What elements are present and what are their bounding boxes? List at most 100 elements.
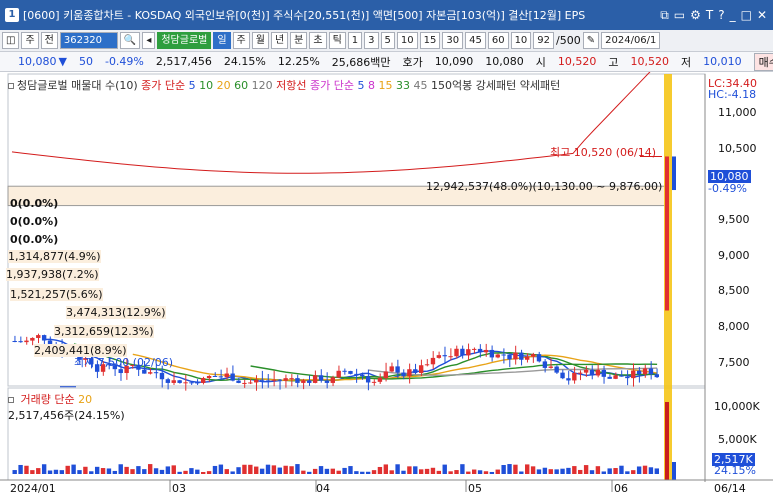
menu-week-button[interactable]: 주 bbox=[21, 32, 39, 49]
close-icon[interactable]: ✕ bbox=[757, 8, 767, 23]
stock-chart[interactable] bbox=[0, 72, 773, 502]
maximize-icon[interactable]: □ bbox=[741, 8, 752, 23]
minute-1[interactable]: 1 bbox=[347, 32, 363, 49]
volume-bar bbox=[631, 470, 636, 474]
minute-30[interactable]: 30 bbox=[442, 32, 464, 49]
candle-body bbox=[212, 375, 218, 377]
minute-10[interactable]: 10 bbox=[396, 32, 418, 49]
volume-bar bbox=[607, 468, 612, 474]
volume-bar bbox=[460, 464, 465, 474]
minute-60[interactable]: 60 bbox=[487, 32, 509, 49]
menu-all-button[interactable]: 전 bbox=[40, 32, 58, 49]
volume-bar bbox=[41, 464, 47, 474]
restore-icon[interactable]: ⧉ bbox=[660, 8, 669, 23]
candle-body bbox=[236, 380, 241, 383]
help-icon[interactable]: ? bbox=[718, 8, 724, 23]
candle-body bbox=[648, 368, 654, 375]
stock-code-input[interactable]: 362320 bbox=[59, 32, 118, 49]
volume-bar bbox=[542, 467, 548, 474]
current-volume-pct: 24.15% bbox=[714, 464, 756, 477]
tab-day[interactable]: 일 bbox=[213, 32, 231, 49]
volume-bar bbox=[65, 465, 70, 474]
volume-bar bbox=[642, 465, 648, 474]
candle-body bbox=[625, 376, 630, 379]
volume-bar bbox=[578, 469, 583, 474]
candle-body bbox=[395, 366, 400, 373]
volume-bar bbox=[201, 471, 206, 474]
candle-body bbox=[159, 372, 165, 380]
volume-bar bbox=[360, 471, 365, 474]
volume-bar bbox=[401, 470, 406, 474]
minute-15[interactable]: 15 bbox=[419, 32, 441, 49]
minute-45[interactable]: 45 bbox=[465, 32, 486, 49]
candle-body bbox=[289, 378, 294, 380]
volume-bar bbox=[77, 470, 82, 474]
volume-bar bbox=[413, 466, 418, 474]
candle-body bbox=[283, 378, 288, 381]
volume-bar bbox=[142, 469, 147, 474]
tab-week[interactable]: 주 bbox=[232, 32, 250, 49]
current-pct-tag: -0.49% bbox=[708, 182, 747, 195]
date-input[interactable]: 2024/06/1 bbox=[601, 32, 661, 49]
minute-3[interactable]: 3 bbox=[364, 32, 379, 49]
volume-bar bbox=[307, 471, 312, 474]
tab-second[interactable]: 초 bbox=[309, 32, 327, 49]
x-tick-0: 2024/01 bbox=[10, 482, 56, 495]
candle-body bbox=[189, 382, 194, 384]
candle-body bbox=[153, 372, 159, 374]
candle-body bbox=[295, 378, 300, 383]
candle-body bbox=[442, 355, 447, 357]
candle-body bbox=[407, 369, 412, 377]
volume-bar bbox=[489, 471, 495, 474]
tab-month[interactable]: 월 bbox=[251, 32, 269, 49]
minute-input[interactable]: 10 bbox=[510, 32, 532, 49]
volume-bar bbox=[136, 466, 141, 474]
buy-button[interactable]: 매수 bbox=[753, 52, 773, 71]
price-legend: 청담글로벌 매물대 수(10) 종가 단순 5 10 20 60 120 저항선… bbox=[8, 77, 560, 93]
volume-bar bbox=[595, 466, 601, 474]
volume-bar bbox=[371, 470, 377, 474]
window-minimize-icon[interactable]: _ bbox=[730, 8, 736, 23]
candle-body bbox=[383, 371, 389, 378]
volume-legend-label: 거래량 bbox=[20, 393, 51, 406]
y-tick-8000: 8,000 bbox=[718, 320, 750, 333]
minute-5[interactable]: 5 bbox=[380, 32, 395, 49]
prev-stock-icon[interactable]: ◂ bbox=[142, 32, 156, 49]
settings-icon[interactable]: ⚙ bbox=[690, 8, 701, 23]
search-icon[interactable]: 🔍 bbox=[119, 32, 141, 49]
legend-item-1: 종가 단순 bbox=[141, 79, 189, 92]
volume-bar bbox=[277, 467, 282, 474]
vol-tick-10000k: 10,000K bbox=[714, 400, 760, 413]
candle-body bbox=[448, 356, 453, 358]
volume-bar bbox=[12, 470, 17, 474]
candle-body bbox=[601, 369, 606, 377]
candle-body bbox=[147, 372, 153, 374]
candle-body bbox=[12, 341, 17, 342]
legend-item-0: 청담글로벌 매물대 수(10) bbox=[17, 79, 142, 92]
tab-year[interactable]: 년 bbox=[270, 32, 289, 49]
minimize-icon[interactable]: ▭ bbox=[674, 8, 685, 23]
candle-body bbox=[424, 364, 430, 366]
volume-bar bbox=[430, 467, 436, 474]
layout-icon[interactable]: ◫ bbox=[2, 32, 20, 49]
tab-minute[interactable]: 분 bbox=[290, 32, 308, 49]
volume-bar bbox=[289, 466, 294, 474]
font-icon[interactable]: T bbox=[706, 8, 713, 23]
down-arrow-icon: ▼ bbox=[58, 55, 67, 68]
candle-body bbox=[171, 380, 176, 383]
tab-tick[interactable]: 틱 bbox=[328, 32, 346, 49]
amount-value: 25,686백만 bbox=[331, 55, 391, 69]
candle-body bbox=[507, 354, 512, 360]
volume-legend-period: 20 bbox=[78, 393, 93, 406]
candle-body bbox=[501, 354, 506, 356]
volume-bar bbox=[18, 464, 23, 474]
count-input[interactable]: 92 bbox=[533, 32, 555, 49]
volume-bar bbox=[601, 471, 606, 474]
tools-icon[interactable]: ✎ bbox=[582, 32, 600, 49]
candle-body bbox=[418, 365, 424, 373]
candle-body bbox=[254, 379, 259, 383]
low-value: 10,010 bbox=[703, 55, 742, 68]
volume-bar bbox=[189, 468, 194, 474]
volume-value: 2,517,456 bbox=[155, 55, 212, 68]
candle-body bbox=[30, 337, 35, 341]
